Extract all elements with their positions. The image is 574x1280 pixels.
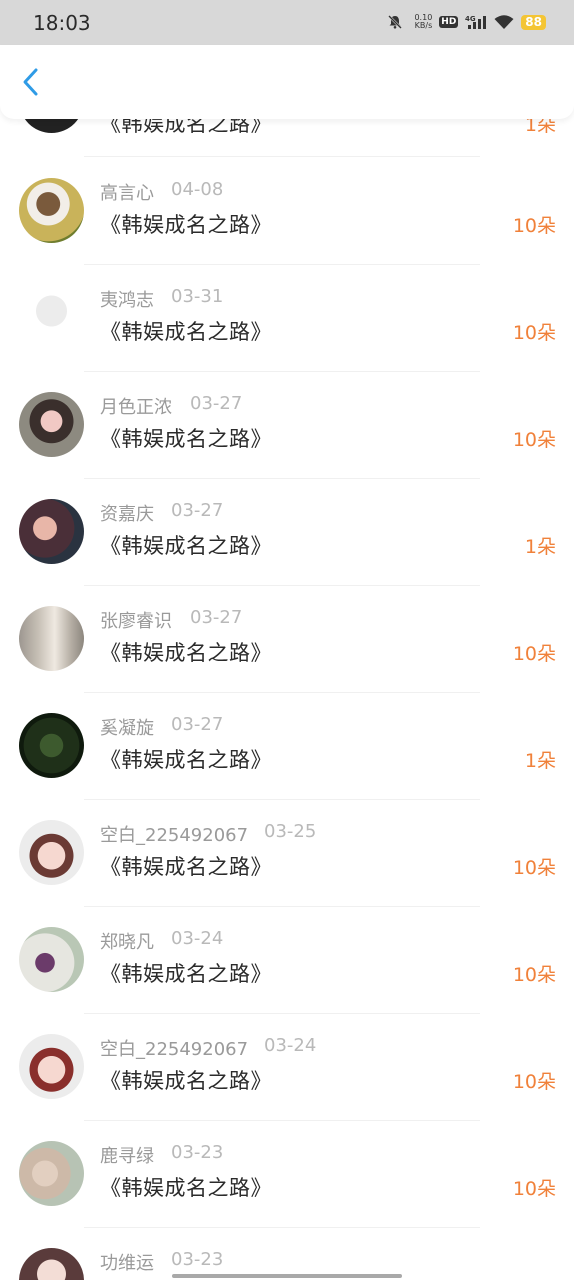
net-speed-unit: KB/s [414, 21, 433, 30]
user-name: 郑晓凡 [100, 932, 154, 953]
divider [84, 1227, 480, 1228]
hd-badge: HD [439, 16, 459, 28]
divider [84, 906, 480, 907]
user-name: 夷鸿志 [100, 290, 154, 311]
user-name: 月色正浓 [100, 397, 172, 418]
avatar[interactable] [19, 713, 84, 778]
avatar[interactable] [19, 606, 84, 671]
avatar[interactable] [19, 927, 84, 992]
date: 03-27 [190, 393, 243, 414]
flower-count: 10朵 [512, 964, 556, 986]
divider [84, 585, 480, 586]
list-item[interactable]: 月色正浓 03-27 《韩娱成名之路》 10朵 [0, 379, 574, 486]
list-item[interactable]: 夷鸿志 03-31 《韩娱成名之路》 10朵 [0, 272, 574, 379]
book-title: 《韩娱成名之路》 [100, 534, 272, 558]
date: 04-08 [171, 179, 224, 200]
status-time: 18:03 [33, 11, 91, 35]
flower-count: 10朵 [512, 1178, 556, 1200]
divider [84, 799, 480, 800]
date: 03-23 [171, 1249, 224, 1270]
book-title: 《韩娱成名之路》 [100, 748, 272, 772]
avatar[interactable] [19, 392, 84, 457]
status-icons: 0.10 KB/s HD 4G 88 [387, 11, 546, 33]
user-name: 空白_225492067 [100, 1039, 249, 1060]
divider [84, 478, 480, 479]
flower-count: 10朵 [512, 857, 556, 879]
net-speed: 0.10 KB/s [410, 14, 432, 30]
list-item[interactable]: 高言心 04-08 《韩娱成名之路》 10朵 [0, 165, 574, 272]
avatar[interactable] [19, 178, 84, 243]
divider [84, 371, 480, 372]
avatar[interactable] [19, 820, 84, 885]
back-chevron-icon[interactable] [14, 65, 48, 99]
flower-count: 1朵 [524, 536, 556, 558]
avatar[interactable] [19, 1141, 84, 1206]
divider [84, 1120, 480, 1121]
user-name: 空白_225492067 [100, 825, 249, 846]
flower-count: 10朵 [512, 429, 556, 451]
user-name: 奚凝旋 [100, 718, 154, 739]
list-item[interactable]: 空白_225492067 03-25 《韩娱成名之路》 10朵 [0, 807, 574, 914]
book-title: 《韩娱成名之路》 [100, 320, 272, 344]
user-name: 鹿寻绿 [100, 1146, 154, 1167]
date: 03-27 [171, 500, 224, 521]
book-title: 《韩娱成名之路》 [100, 213, 272, 237]
avatar[interactable] [19, 1248, 84, 1280]
list-item[interactable]: 空白_225492067 03-24 《韩娱成名之路》 10朵 [0, 1021, 574, 1128]
status-bar: 18:03 0.10 KB/s HD 4G 88 [0, 0, 574, 45]
list-item[interactable]: 鹿寻绿 03-23 《韩娱成名之路》 10朵 [0, 1128, 574, 1235]
divider [84, 692, 480, 693]
avatar[interactable] [19, 499, 84, 564]
book-title: 《韩娱成名之路》 [100, 427, 272, 451]
divider [84, 1013, 480, 1014]
list-item[interactable]: 张廖睿识 03-27 《韩娱成名之路》 10朵 [0, 593, 574, 700]
book-title: 《韩娱成名之路》 [100, 1176, 272, 1200]
date: 03-25 [264, 821, 317, 842]
wifi-icon [494, 15, 514, 29]
date: 03-27 [171, 714, 224, 735]
gift-list: 《韩娱成名之路》 1朵 高言心 04-08 《韩娱成名之路》 10朵 夷鸿志 0… [0, 0, 574, 1280]
divider [84, 264, 480, 265]
divider [84, 156, 480, 157]
flower-count: 10朵 [512, 322, 556, 344]
network-type: 4G [465, 15, 476, 23]
flower-count: 10朵 [512, 1071, 556, 1093]
user-name: 资嘉庆 [100, 504, 154, 525]
book-title: 《韩娱成名之路》 [100, 1069, 272, 1093]
avatar[interactable] [19, 285, 84, 350]
user-name: 张廖睿识 [100, 611, 172, 632]
list-item[interactable]: 郑晓凡 03-24 《韩娱成名之路》 10朵 [0, 914, 574, 1021]
date: 03-24 [264, 1035, 317, 1056]
user-name: 功维运 [100, 1253, 154, 1274]
battery-indicator: 88 [521, 14, 546, 30]
list-item[interactable]: 奚凝旋 03-27 《韩娱成名之路》 1朵 [0, 700, 574, 807]
cellular-signal-icon: 4G [465, 15, 487, 29]
home-indicator[interactable] [172, 1274, 402, 1278]
list-item[interactable]: 资嘉庆 03-27 《韩娱成名之路》 1朵 [0, 486, 574, 593]
book-title: 《韩娱成名之路》 [100, 962, 272, 986]
flower-count: 1朵 [524, 750, 556, 772]
top-nav-bar [0, 45, 574, 119]
date: 03-31 [171, 286, 224, 307]
date: 03-23 [171, 1142, 224, 1163]
date: 03-27 [190, 607, 243, 628]
date: 03-24 [171, 928, 224, 949]
flower-count: 10朵 [512, 215, 556, 237]
user-name: 高言心 [100, 183, 154, 204]
book-title: 《韩娱成名之路》 [100, 855, 272, 879]
avatar[interactable] [19, 1034, 84, 1099]
book-title: 《韩娱成名之路》 [100, 641, 272, 665]
mute-bell-icon [388, 15, 403, 29]
flower-count: 10朵 [512, 643, 556, 665]
